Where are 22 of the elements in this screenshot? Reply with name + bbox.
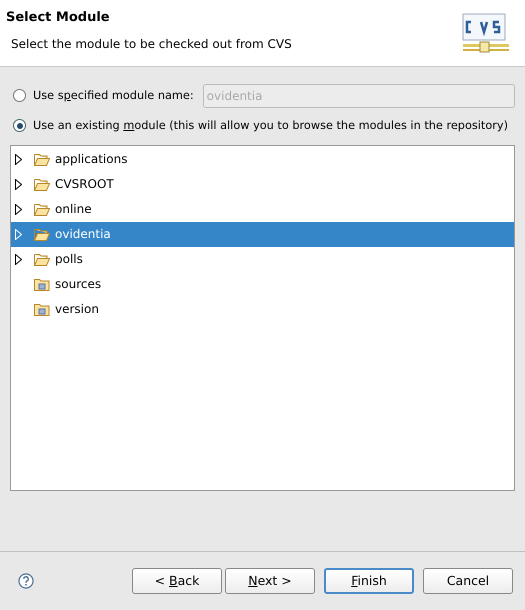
tree-item[interactable]: ovidentia xyxy=(11,222,514,247)
tree-item[interactable]: version xyxy=(11,296,514,322)
radio-button[interactable] xyxy=(13,89,26,102)
tree-item[interactable]: CVSROOT xyxy=(11,172,514,197)
tree-item[interactable]: online xyxy=(11,196,514,222)
page-title: Select Module xyxy=(6,10,111,25)
tree-item[interactable]: polls xyxy=(11,246,514,272)
radio-button[interactable] xyxy=(13,119,26,132)
dialog-button[interactable]: Finish xyxy=(324,568,414,594)
expand-arrow-icon[interactable] xyxy=(15,154,22,165)
tree-item[interactable]: applications xyxy=(11,146,514,172)
page-description: Select the module to be checked out from CVS xyxy=(11,37,292,51)
expand-arrow-icon[interactable] xyxy=(15,254,22,265)
option-label: Use specified module name: xyxy=(33,89,194,102)
option-label: Use an existing module (this will allow you to browse the modules in the repository) xyxy=(33,119,508,132)
expand-arrow-icon[interactable] xyxy=(15,178,22,190)
dialog-button[interactable]: < Back xyxy=(132,568,222,594)
help-icon[interactable] xyxy=(18,572,34,589)
dialog-button[interactable]: Next > xyxy=(225,568,315,594)
dialog-button[interactable]: Cancel xyxy=(423,568,513,594)
tree-item[interactable]: sources xyxy=(11,272,514,297)
expand-arrow-icon[interactable] xyxy=(15,204,22,215)
